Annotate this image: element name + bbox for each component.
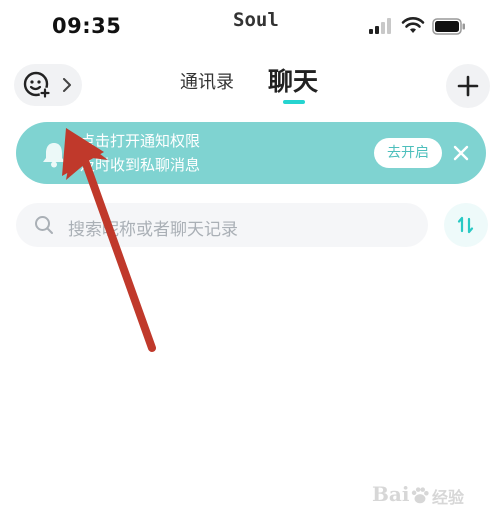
watermark-text: Bai: [372, 482, 410, 506]
notification-banner: 点击打开通知权限 及时收到私聊消息 去开启: [16, 122, 486, 184]
top-header: 通讯录 聊天: [0, 56, 490, 112]
carrier-label: Soul: [233, 9, 279, 31]
enable-notifications-button[interactable]: 去开启: [374, 138, 442, 168]
watermark: Bai 经验: [372, 482, 482, 512]
sort-button[interactable]: [444, 203, 488, 247]
paw-icon: [411, 487, 429, 504]
bell-icon: [43, 143, 65, 168]
search-icon: [35, 216, 53, 234]
tab-chat[interactable]: 聊天: [268, 62, 318, 98]
add-button[interactable]: [446, 64, 490, 108]
signal-icon: [369, 18, 391, 34]
watermark-suffix: 经验: [432, 488, 465, 507]
mood-button[interactable]: [14, 64, 82, 106]
battery-icon: [432, 18, 465, 35]
active-tab-indicator: [283, 100, 305, 104]
tab-contacts[interactable]: 通讯录: [180, 68, 234, 94]
search-placeholder: 搜索昵称或者聊天记录: [68, 220, 238, 240]
notice-subtitle: 及时收到私聊消息: [80, 156, 201, 174]
sort-icon: [457, 216, 474, 234]
plus-icon: [457, 75, 479, 97]
wifi-icon: [401, 17, 425, 33]
notice-title: 点击打开通知权限: [80, 132, 201, 150]
close-icon[interactable]: [448, 140, 474, 166]
status-time: 09:35: [52, 14, 122, 38]
status-bar: 09:35 Soul: [0, 0, 490, 56]
search-bar[interactable]: 搜索昵称或者聊天记录: [16, 203, 428, 247]
chevron-right-icon: [63, 78, 71, 92]
smiley-add-icon: [23, 71, 51, 99]
